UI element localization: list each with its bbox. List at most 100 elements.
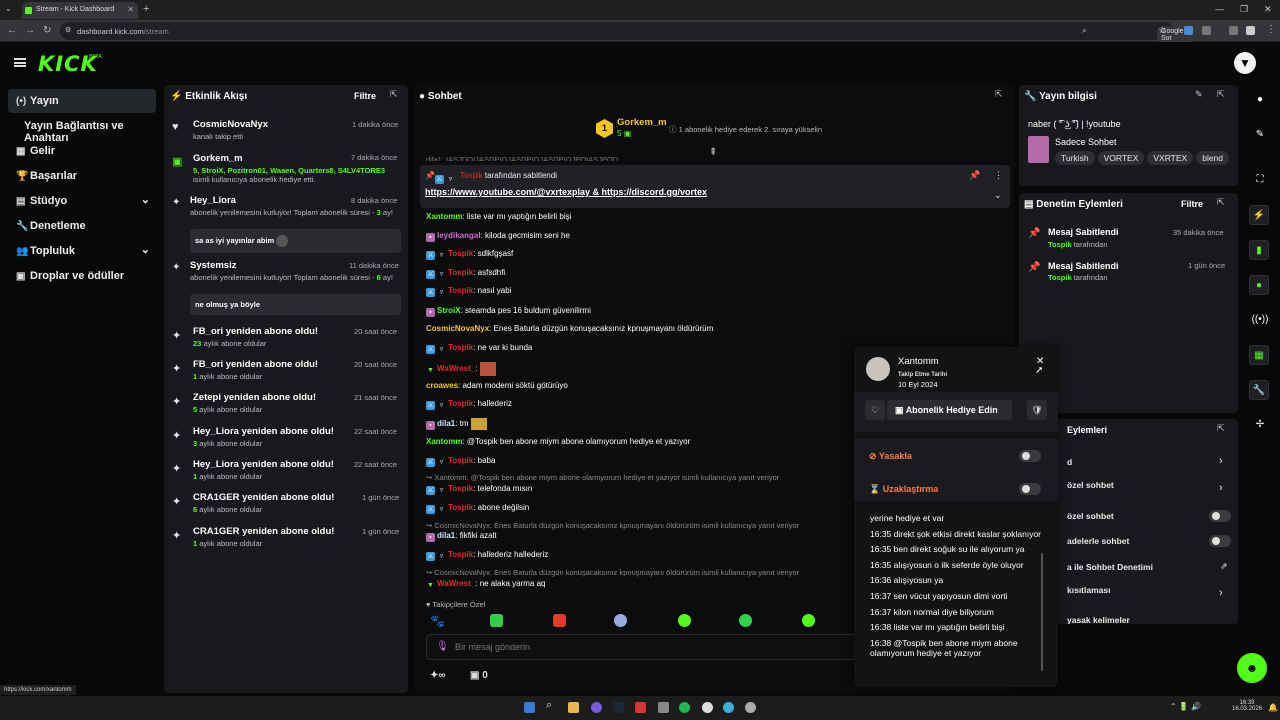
microphone-icon[interactable]: 🎙 (436, 641, 449, 652)
chat-message[interactable]: ⚔ ▿ Tospik: baba (426, 456, 495, 467)
file-explorer-icon[interactable] (568, 702, 579, 713)
chat-message[interactable]: ▪ dila1: fikfiki azalt (426, 531, 497, 542)
search-icon[interactable]: ⌕ (546, 699, 557, 711)
chat-message[interactable]: ⚔ ▿ Tospik: hallederiz (426, 399, 512, 410)
pinned-link[interactable]: https://www.youtube.com/@vxrtexplay & ht… (425, 187, 707, 197)
event-name[interactable]: FB_ori yeniden abone oldu! (193, 359, 318, 370)
popout-icon[interactable]: ⇱ (1217, 197, 1225, 208)
sidebar-item-basarilar[interactable]: 🏆 Başarılar (8, 164, 156, 188)
minimize-icon[interactable]: — (1215, 4, 1224, 14)
moderator-name[interactable]: Tospik (1048, 240, 1072, 249)
sidebar-item-gelir[interactable]: ▦ Gelir (8, 139, 156, 163)
quick-action-doc-icon[interactable]: ▮ (1249, 240, 1269, 260)
extension-icon[interactable] (1184, 26, 1193, 35)
chat-username[interactable]: leydikangal (437, 231, 481, 240)
quick-action-wrench-icon[interactable]: 🔧 (1249, 380, 1269, 400)
notification-icon[interactable]: 🔔 (1268, 703, 1278, 712)
setting-toggle[interactable] (1209, 510, 1231, 522)
info-icon[interactable]: ● (1250, 90, 1270, 110)
chat-message[interactable]: ▼ WaWrest_: ne alaka yarma aq (426, 579, 545, 590)
chrome-icon[interactable] (745, 702, 756, 713)
category-thumbnail[interactable] (1028, 136, 1049, 163)
emote-icon[interactable] (802, 614, 815, 627)
quick-action-chart-icon[interactable]: ▦ (1249, 345, 1269, 365)
more-actions-icon[interactable]: ✢ (1250, 415, 1270, 435)
popout-icon[interactable]: ⇱ (1217, 89, 1225, 100)
emote-icon[interactable] (490, 614, 503, 627)
popout-icon[interactable]: ⇱ (995, 89, 1003, 100)
chevron-down-icon[interactable]: ⌄ (994, 190, 1002, 201)
maximize-icon[interactable]: ❐ (1240, 4, 1248, 15)
sidebar-item-denetleme[interactable]: 🔧 Denetleme (8, 214, 156, 238)
close-tab-icon[interactable]: ✕ (127, 5, 134, 14)
chat-username[interactable]: dila1 (437, 531, 455, 540)
emote-icon[interactable] (678, 614, 691, 627)
event-name[interactable]: Hey_Liora yeniden abone oldu! (193, 426, 334, 437)
clock[interactable]: 16:39 16.03.2026 (1232, 700, 1262, 712)
chat-username[interactable]: CosmicNovaNyx (426, 324, 489, 333)
chat-message[interactable]: ⚔ ▿ Tospik: sdlkfgşasf (426, 249, 513, 260)
extension-icon[interactable] (1229, 26, 1238, 35)
sidebar-item-stream-key[interactable]: Yayın Bağlantısı ve Anahtarı (16, 114, 166, 144)
chevron-right-icon[interactable]: › (1219, 455, 1223, 467)
broadcast-icon[interactable]: ((•)) (1250, 310, 1270, 330)
browser-tab[interactable]: Stream - Kick Dashboard ✕ (22, 2, 138, 19)
chat-username[interactable]: StroiX (437, 306, 461, 315)
category-name[interactable]: Sadece Sohbet (1055, 137, 1117, 147)
sidebar-item-yayin[interactable]: (•) Yayın (8, 89, 156, 113)
more-options-icon[interactable]: ⋮ (994, 170, 1003, 181)
tag-chip[interactable]: VORTEX (1097, 151, 1145, 165)
chat-message[interactable]: ⚔ ▿ Tospik: nasıl yabi (426, 286, 511, 297)
chat-message[interactable]: ▪ dila1: tm (426, 418, 487, 431)
unpin-icon[interactable]: 📌 (969, 170, 980, 181)
ban-toggle[interactable] (1019, 450, 1041, 462)
event-name[interactable]: Gorkem_m (193, 153, 243, 164)
activity-filter-button[interactable]: Filtre (354, 91, 376, 101)
reload-icon[interactable]: ↻ (43, 25, 51, 36)
follow-heart-button[interactable]: ♡ (865, 400, 885, 420)
bookmark-star-icon[interactable]: ☆ (1158, 25, 1166, 36)
user-card-name[interactable]: Xantomm (898, 356, 939, 367)
chat-username[interactable]: Xantomm (426, 212, 462, 221)
browser-menu-icon[interactable]: ⋮ (1266, 24, 1276, 35)
chat-message[interactable]: ⚔ ▿ Tospik: telefonda mısın (426, 484, 532, 495)
channel-points[interactable]: ✦∞ (430, 670, 446, 681)
chat-username[interactable]: Tospik (448, 456, 473, 465)
chat-username[interactable]: Tospik (448, 286, 473, 295)
chat-username[interactable]: Tospik (448, 249, 473, 258)
address-bar[interactable]: ⚙ dashboard.kick.com/stream ⌕ Google'a S… (60, 22, 1193, 44)
event-name[interactable]: CRA1GER yeniden abone oldu! (193, 492, 334, 503)
edit-icon[interactable]: ✎ (1250, 125, 1270, 145)
tag-chip[interactable]: blend (1196, 151, 1230, 165)
chat-message[interactable]: Xantomm: @Tospik ben abone miym abone ol… (426, 437, 690, 446)
gift-sub-button[interactable]: ▣ Abonelik Hediye Edin (887, 400, 1012, 420)
emote-icon[interactable]: 🐾 (430, 614, 445, 628)
quick-action-chat-icon[interactable]: ● (1249, 275, 1269, 295)
chat-username[interactable]: Tospik (448, 484, 473, 493)
chat-username[interactable]: Tospik (448, 268, 473, 277)
chat-input[interactable] (455, 638, 835, 656)
top-gifter-name[interactable]: Gorkem_m (617, 117, 667, 128)
chat-message[interactable]: ⚔ ▿ Tospik: asfsdhfi (426, 268, 505, 279)
chat-message[interactable]: ▼ WaWrest_: (426, 362, 496, 376)
chat-username[interactable]: Tospik (448, 550, 473, 559)
mod-filter-button[interactable]: Filtre (1181, 199, 1203, 209)
quick-action-lightning-icon[interactable]: ⚡ (1249, 205, 1269, 225)
chat-username[interactable]: croawes (426, 381, 458, 390)
event-name[interactable]: CRA1GER yeniden abone oldu! (193, 526, 334, 537)
popout-icon[interactable]: ⇱ (1217, 423, 1225, 434)
fullscreen-icon[interactable]: ⛶ (1250, 170, 1270, 190)
chat-username[interactable]: Xantomm (426, 437, 462, 446)
site-info-icon[interactable]: ⚙ (65, 26, 71, 34)
event-name[interactable]: Zetepi yeniden abone oldu! (193, 392, 316, 403)
chat-message[interactable]: ▪ StroiX: steamda pes 16 buldum güvenilir… (426, 306, 591, 317)
chevron-right-icon[interactable]: › (1219, 482, 1223, 494)
tag-chip[interactable]: VXRTEX (1147, 151, 1194, 165)
extension-icon[interactable] (1202, 26, 1211, 35)
app-icon[interactable] (723, 702, 734, 713)
setting-toggle[interactable] (1209, 535, 1231, 547)
event-name[interactable]: Hey_Liora yeniden abone oldu! (193, 459, 334, 470)
scrollbar[interactable] (1041, 553, 1043, 671)
chat-message[interactable]: ⚔ ▿ Tospik: ne var ki bunda (426, 343, 532, 354)
emote-icon[interactable] (739, 614, 752, 627)
